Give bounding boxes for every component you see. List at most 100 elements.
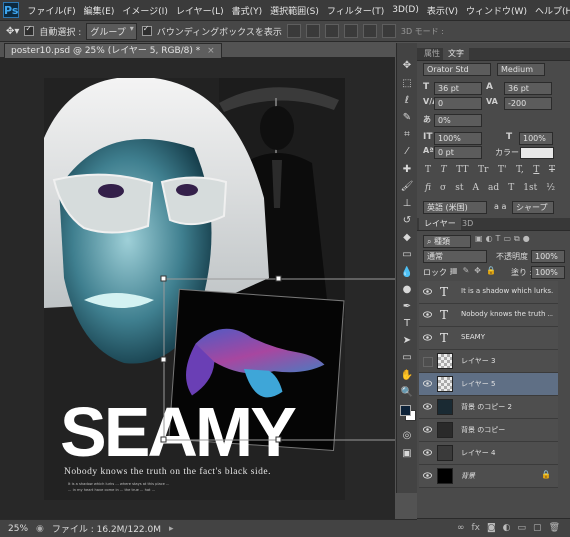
layer-row-selected[interactable]: レイヤー 5 <box>419 373 558 396</box>
filter-toggle-icon[interactable]: ● <box>523 234 530 247</box>
lasso-tool-icon[interactable]: ℓ <box>400 94 414 108</box>
foreground-color-swatch[interactable] <box>400 405 411 416</box>
menu-image[interactable]: イメージ(I) <box>118 4 172 17</box>
anti-alias-select[interactable]: シャープ <box>512 201 554 214</box>
kerning-field[interactable]: 0 <box>434 97 482 110</box>
baseline-shift-field[interactable]: 0 pt <box>434 146 482 159</box>
language-select[interactable]: 英語 (米国) <box>423 201 487 214</box>
menu-type[interactable]: 書式(Y) <box>228 4 267 17</box>
underline-button[interactable]: T <box>533 165 539 177</box>
new-group-icon[interactable]: ▭ <box>518 523 527 533</box>
small-caps-button[interactable]: Tr <box>478 165 488 177</box>
tab-character[interactable]: 文字 <box>443 48 469 60</box>
filter-text-icon[interactable]: T <box>496 234 501 247</box>
screen-mode-icon[interactable]: ▣ <box>400 447 414 461</box>
marquee-tool-icon[interactable]: ⬚ <box>400 77 414 91</box>
quick-select-tool-icon[interactable]: ✎ <box>400 111 414 125</box>
layer-row[interactable]: 背景 🔒 <box>419 465 558 488</box>
shape-tool-icon[interactable]: ▭ <box>400 351 414 365</box>
new-layer-icon[interactable]: ▢ <box>533 523 542 533</box>
faux-bold-button[interactable]: T <box>425 165 431 177</box>
quick-mask-icon[interactable]: ◎ <box>400 429 414 443</box>
layer-row[interactable]: 背景 のコピー <box>419 419 558 442</box>
document-tab[interactable]: poster10.psd @ 25% (レイヤー 5, RGB/8) * × <box>4 43 222 58</box>
discretionary-ligature-button[interactable]: σ <box>440 183 446 195</box>
status-menu-icon[interactable]: ▸ <box>169 524 174 534</box>
visibility-eye-icon[interactable] <box>423 334 432 341</box>
lock-pixels-icon[interactable]: ✎ <box>463 266 470 275</box>
swash-button[interactable]: st <box>455 183 463 195</box>
type-tool-icon[interactable]: T <box>400 317 414 331</box>
align-left-icon[interactable] <box>343 24 358 38</box>
ordinal-button[interactable]: 1st <box>523 183 537 195</box>
visibility-eye-icon[interactable] <box>423 288 432 295</box>
align-top-icon[interactable] <box>286 24 301 38</box>
filter-smart-icon[interactable]: ⧉ <box>514 234 520 247</box>
status-info-icon[interactable]: ◉ <box>36 524 44 534</box>
align-middle-icon[interactable] <box>305 24 320 38</box>
menu-filter[interactable]: フィルター(T) <box>323 4 388 17</box>
distribute-icon[interactable] <box>381 24 396 38</box>
move-tool-icon[interactable]: ✥ <box>400 59 414 73</box>
menu-3d[interactable]: 3D(D) <box>388 5 423 15</box>
font-family-select[interactable]: Orator Std <box>423 63 491 76</box>
blend-mode-select[interactable]: 通常 <box>423 250 487 263</box>
visibility-eye-icon[interactable] <box>423 449 432 456</box>
layer-row[interactable]: 背景 のコピー 2 <box>419 396 558 419</box>
subscript-button[interactable]: T, <box>516 165 524 177</box>
show-bbox-checkbox[interactable] <box>141 24 152 36</box>
tracking-field[interactable]: -200 <box>504 97 552 110</box>
ordinals-button[interactable]: T <box>508 183 514 195</box>
eraser-tool-icon[interactable]: ◆ <box>400 231 414 245</box>
menu-edit[interactable]: 編集(E) <box>80 4 119 17</box>
menu-window[interactable]: ウィンドウ(W) <box>462 4 531 17</box>
path-select-icon[interactable]: ➤ <box>400 334 414 348</box>
align-center-icon[interactable] <box>362 24 377 38</box>
layer-style-icon[interactable]: fx <box>471 523 480 533</box>
ligature-button[interactable]: fi <box>425 183 431 195</box>
faux-italic-button[interactable]: T <box>441 165 447 177</box>
fill-field[interactable]: 100% <box>531 266 565 279</box>
eyedropper-tool-icon[interactable]: ⁄ <box>400 145 414 159</box>
zoom-tool-icon[interactable]: 🔍 <box>400 386 414 400</box>
auto-select-checkbox[interactable] <box>24 24 35 36</box>
menu-layer[interactable]: レイヤー(L) <box>172 4 228 17</box>
lock-all-icon[interactable]: 🔒 <box>486 266 496 275</box>
layer-row[interactable]: T SEAMY <box>419 327 558 350</box>
leading-field[interactable]: 36 pt <box>504 82 552 95</box>
tab-3d[interactable]: 3D <box>457 218 478 230</box>
titling-alt-button[interactable]: ad <box>488 183 499 195</box>
visibility-toggle-off[interactable] <box>423 357 433 367</box>
add-mask-icon[interactable]: ◙ <box>487 523 496 533</box>
hand-tool-icon[interactable]: ✋ <box>400 369 414 383</box>
filter-pixel-icon[interactable]: ▣ <box>475 234 483 247</box>
link-layers-icon[interactable]: ∞ <box>457 523 465 533</box>
visibility-eye-icon[interactable] <box>423 472 432 479</box>
visibility-eye-icon[interactable] <box>423 426 432 433</box>
brush-tool-icon[interactable]: 🖌 <box>400 180 414 194</box>
pen-tool-icon[interactable]: ✒ <box>400 300 414 314</box>
horizontal-scale-field[interactable]: 100% <box>519 132 553 145</box>
menu-help[interactable]: ヘルプ(H) <box>531 4 570 17</box>
crop-tool-icon[interactable]: ⌗ <box>400 128 414 142</box>
blur-tool-icon[interactable]: 💧 <box>400 266 414 280</box>
layer-row[interactable]: T Nobody knows the truth ... <box>419 304 558 327</box>
visibility-eye-icon[interactable] <box>423 403 432 410</box>
lock-transparency-icon[interactable]: ▦ <box>450 266 458 275</box>
layer-row[interactable]: T It is a shadow which lurks... <box>419 281 558 304</box>
menu-select[interactable]: 選択範囲(S) <box>266 4 323 17</box>
text-color-swatch[interactable] <box>520 147 554 159</box>
lock-position-icon[interactable]: ✥ <box>474 266 481 275</box>
stamp-tool-icon[interactable]: ⊥ <box>400 197 414 211</box>
vertical-scale-field[interactable]: 100% <box>434 132 482 145</box>
close-icon[interactable]: × <box>207 46 215 56</box>
strikethrough-button[interactable]: T <box>549 165 555 177</box>
transform-bounding-box[interactable] <box>0 57 395 519</box>
opacity-field[interactable]: 100% <box>531 250 565 263</box>
delete-layer-icon[interactable]: 🗑 <box>549 523 560 533</box>
gradient-tool-icon[interactable]: ▭ <box>400 248 414 262</box>
tsume-field[interactable]: 0% <box>434 114 482 127</box>
healing-tool-icon[interactable]: ✚ <box>400 163 414 177</box>
tab-properties[interactable]: 属性 <box>419 48 445 60</box>
history-brush-icon[interactable]: ↺ <box>400 214 414 228</box>
